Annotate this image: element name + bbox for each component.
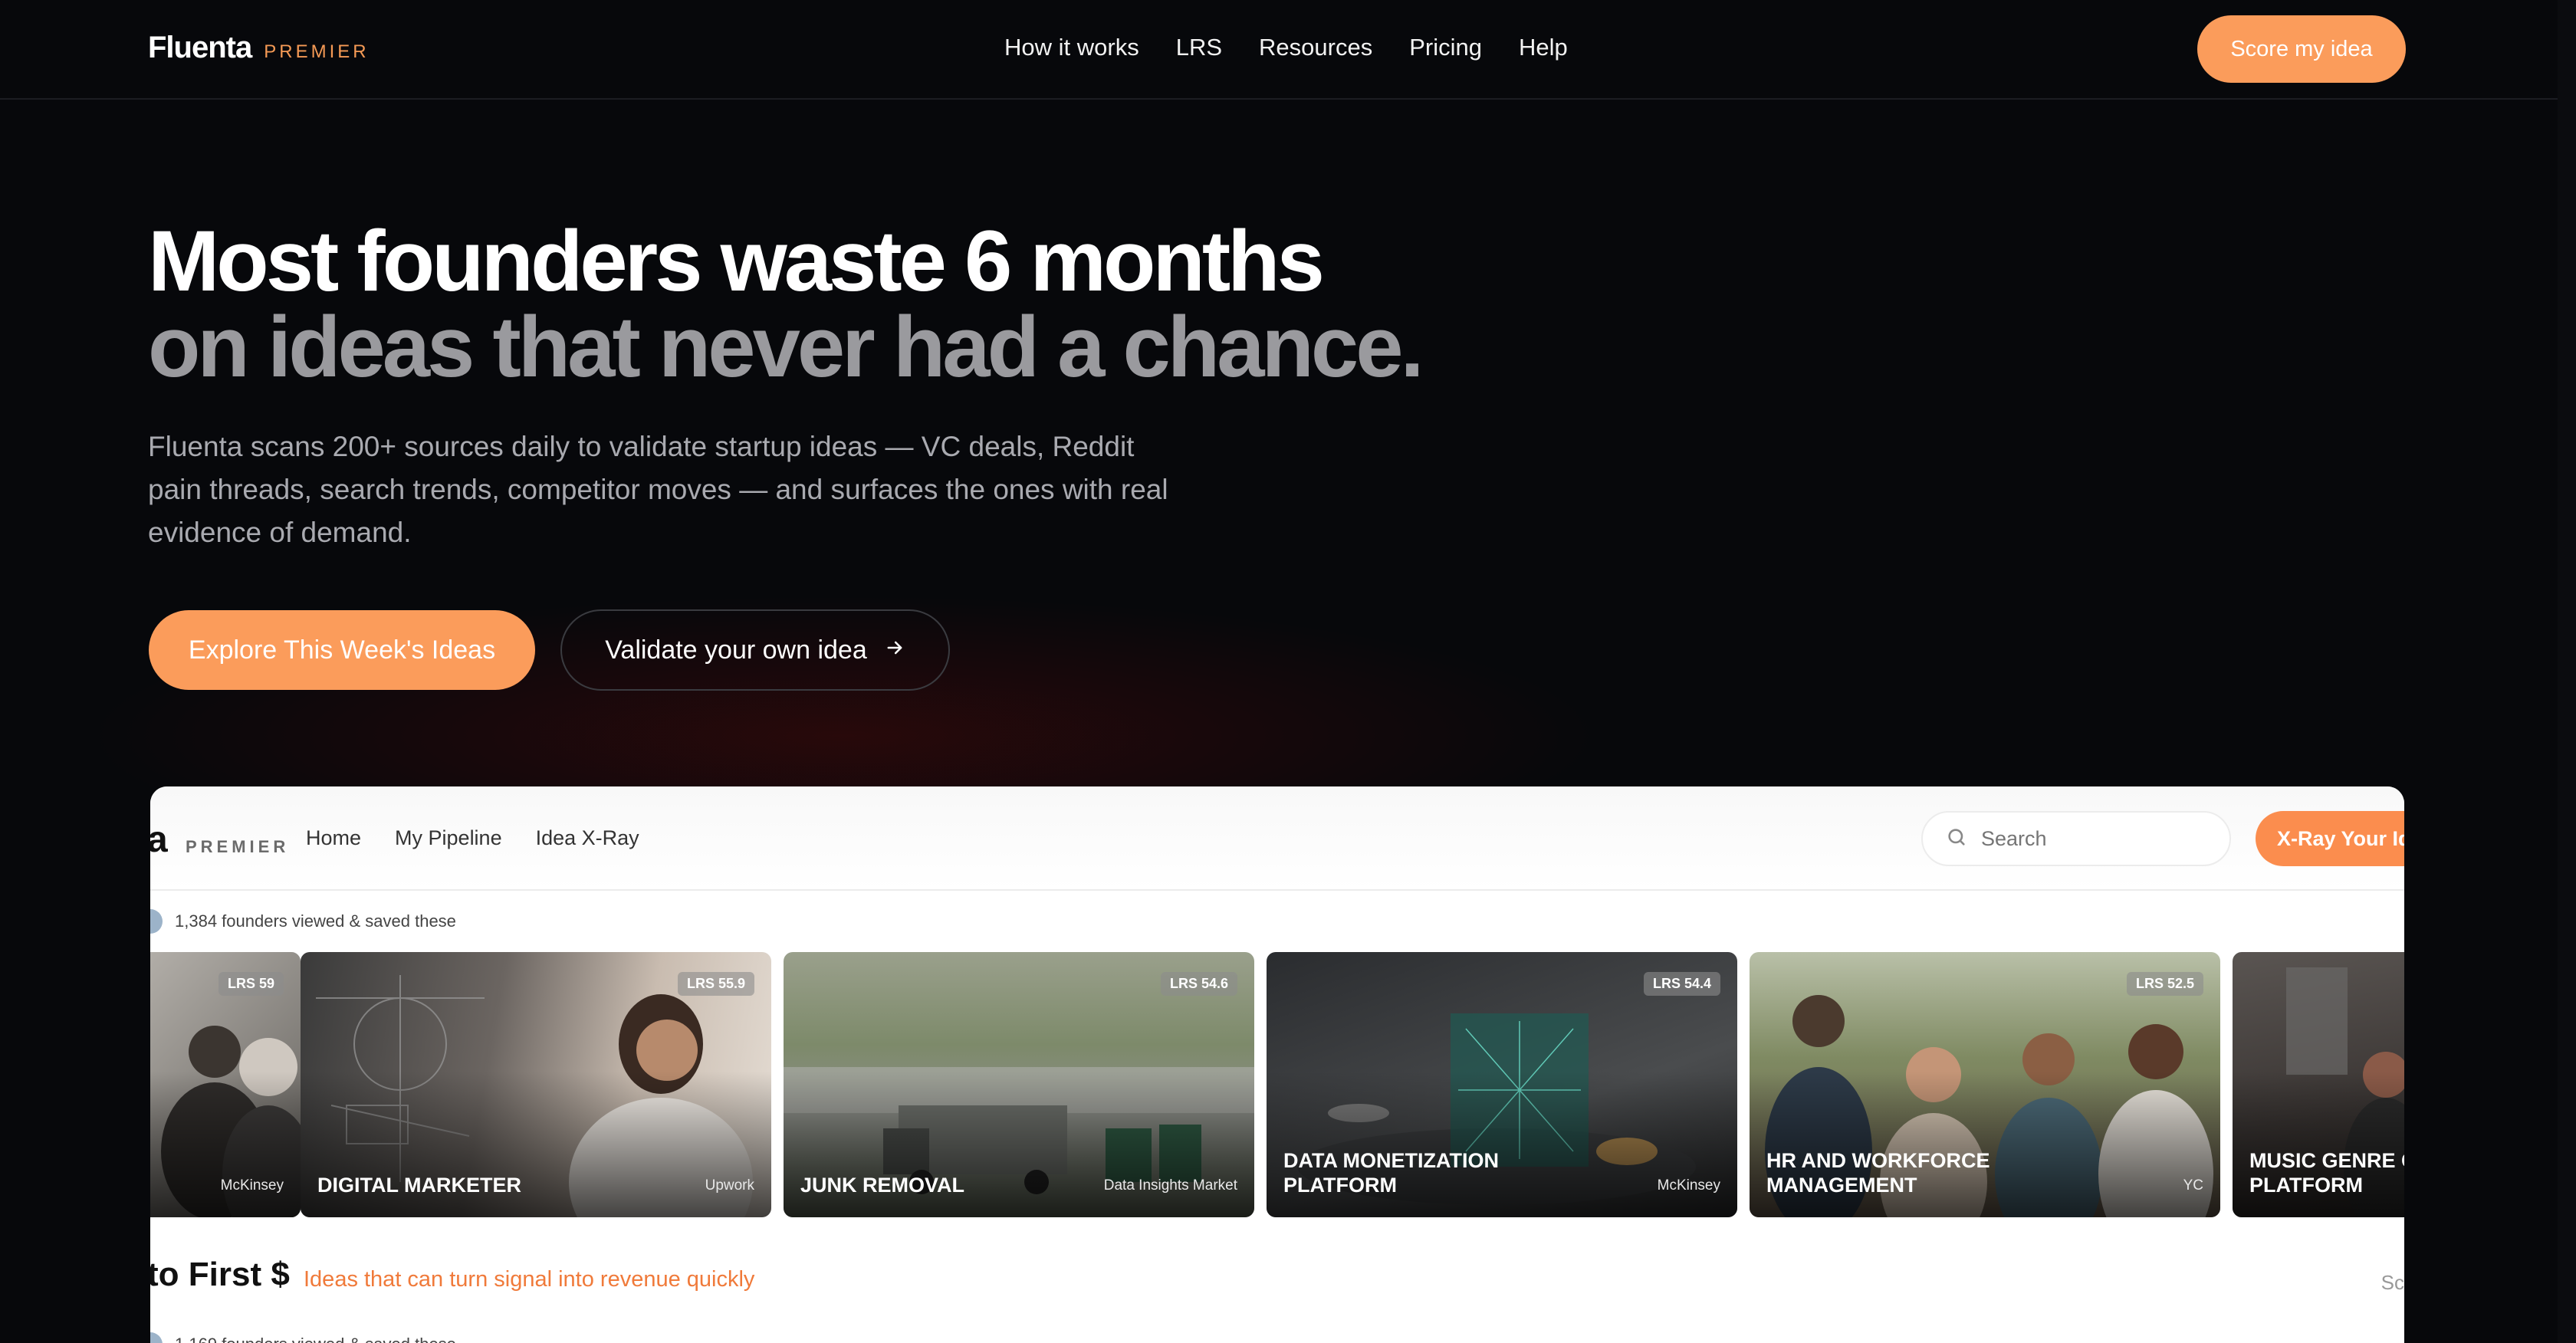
lrs-badge: LRS 52.5 bbox=[2126, 972, 2203, 996]
hero-title-line2: on ideas that never had a chance. bbox=[148, 299, 1424, 395]
idea-card[interactable]: LRS 54.4 DATA MONETIZATION PLATFORM McKi… bbox=[1267, 952, 1737, 1217]
section-title: to First $ bbox=[150, 1256, 290, 1293]
idea-card[interactable]: LRS 52.5 HR AND WORKFORCE MANAGEMENT YC bbox=[1750, 952, 2220, 1217]
explore-ideas-button[interactable]: Explore This Week's Ideas bbox=[149, 610, 535, 690]
arrow-right-icon bbox=[884, 636, 905, 665]
idea-card[interactable]: LRS 54.6 JUNK REMOVAL Data Insights Mark… bbox=[784, 952, 1254, 1217]
hero-subtitle: Fluenta scans 200+ sources daily to vali… bbox=[148, 431, 1168, 548]
nav-link-how-it-works[interactable]: How it works bbox=[1004, 34, 1139, 61]
viewed-count-row: 1,384 founders viewed & saved these bbox=[150, 909, 456, 934]
validate-idea-button[interactable]: Validate your own idea bbox=[560, 609, 950, 691]
idea-card[interactable]: MUSIC GENRE C PLATFORM bbox=[2233, 952, 2404, 1217]
card-source: Upwork bbox=[705, 1177, 754, 1194]
lrs-badge: LRS 54.6 bbox=[1160, 972, 1237, 996]
card-source: YC bbox=[2183, 1177, 2203, 1194]
avatar-dot bbox=[150, 909, 163, 934]
section-subtitle: Ideas that can turn signal into revenue … bbox=[304, 1267, 755, 1292]
card-title: DATA MONETIZATION PLATFORM bbox=[1283, 1149, 1499, 1197]
hero-title-line1: Most founders waste 6 months bbox=[148, 213, 1325, 309]
preview-search-box[interactable] bbox=[1921, 811, 2231, 866]
viewed-count-text: 1,384 founders viewed & saved these bbox=[175, 911, 456, 931]
preview-navbar: a PREMIER Home My Pipeline Idea X-Ray X-… bbox=[150, 786, 2404, 891]
preview-link-idea-xray[interactable]: Idea X-Ray bbox=[536, 826, 639, 850]
card-title: MUSIC GENRE C PLATFORM bbox=[2249, 1149, 2404, 1197]
brand-name: Fluenta bbox=[148, 31, 252, 64]
xray-your-idea-button[interactable]: X-Ray Your Id bbox=[2256, 811, 2404, 866]
card-title: DIGITAL MARKETER bbox=[317, 1174, 521, 1197]
viewed-count-row: 1,169 founders viewed & saved these bbox=[150, 1332, 456, 1343]
app-preview: a PREMIER Home My Pipeline Idea X-Ray X-… bbox=[150, 786, 2404, 1343]
lrs-badge: LRS 54.4 bbox=[1643, 972, 1720, 996]
card-title: HR AND WORKFORCE MANAGEMENT bbox=[1766, 1149, 1990, 1197]
idea-card[interactable]: LRS 59 McKinsey bbox=[150, 952, 301, 1217]
lrs-badge: LRS 59 bbox=[218, 972, 284, 996]
card-source: McKinsey bbox=[220, 1177, 284, 1194]
preview-logo[interactable]: a bbox=[150, 819, 168, 861]
nav-link-lrs[interactable]: LRS bbox=[1176, 34, 1222, 61]
nav-links: How it works LRS Resources Pricing Help bbox=[1004, 34, 1568, 61]
preview-search-input[interactable] bbox=[1981, 826, 2226, 851]
nav-link-resources[interactable]: Resources bbox=[1259, 34, 1372, 61]
card-source: McKinsey bbox=[1657, 1177, 1720, 1194]
landing-page: Fluenta PREMIER How it works LRS Resourc… bbox=[0, 0, 2576, 1343]
nav-link-pricing[interactable]: Pricing bbox=[1409, 34, 1482, 61]
card-title: JUNK REMOVAL bbox=[800, 1174, 965, 1197]
brand-tier: PREMIER bbox=[264, 41, 370, 62]
validate-idea-label: Validate your own idea bbox=[605, 635, 867, 665]
nav-link-help[interactable]: Help bbox=[1519, 34, 1568, 61]
section-see-all-link[interactable]: Sc bbox=[2381, 1271, 2404, 1295]
search-icon bbox=[1946, 826, 1967, 852]
preview-nav-links: Home My Pipeline Idea X-Ray bbox=[306, 826, 639, 850]
scrollbar-track[interactable] bbox=[2558, 0, 2576, 1343]
preview-link-my-pipeline[interactable]: My Pipeline bbox=[395, 826, 502, 850]
brand-logo[interactable]: Fluenta PREMIER bbox=[148, 31, 370, 65]
card-source: Data Insights Market bbox=[1103, 1177, 1237, 1194]
avatar-dot bbox=[150, 1332, 163, 1343]
viewed-count-text: 1,169 founders viewed & saved these bbox=[175, 1335, 456, 1343]
top-navigation: Fluenta PREMIER How it works LRS Resourc… bbox=[0, 0, 2558, 100]
preview-tier: PREMIER bbox=[186, 837, 290, 856]
lrs-badge: LRS 55.9 bbox=[677, 972, 754, 996]
idea-card[interactable]: LRS 55.9 DIGITAL MARKETER Upwork bbox=[301, 952, 771, 1217]
score-my-idea-button[interactable]: Score my idea bbox=[2197, 15, 2406, 83]
preview-link-home[interactable]: Home bbox=[306, 826, 361, 850]
